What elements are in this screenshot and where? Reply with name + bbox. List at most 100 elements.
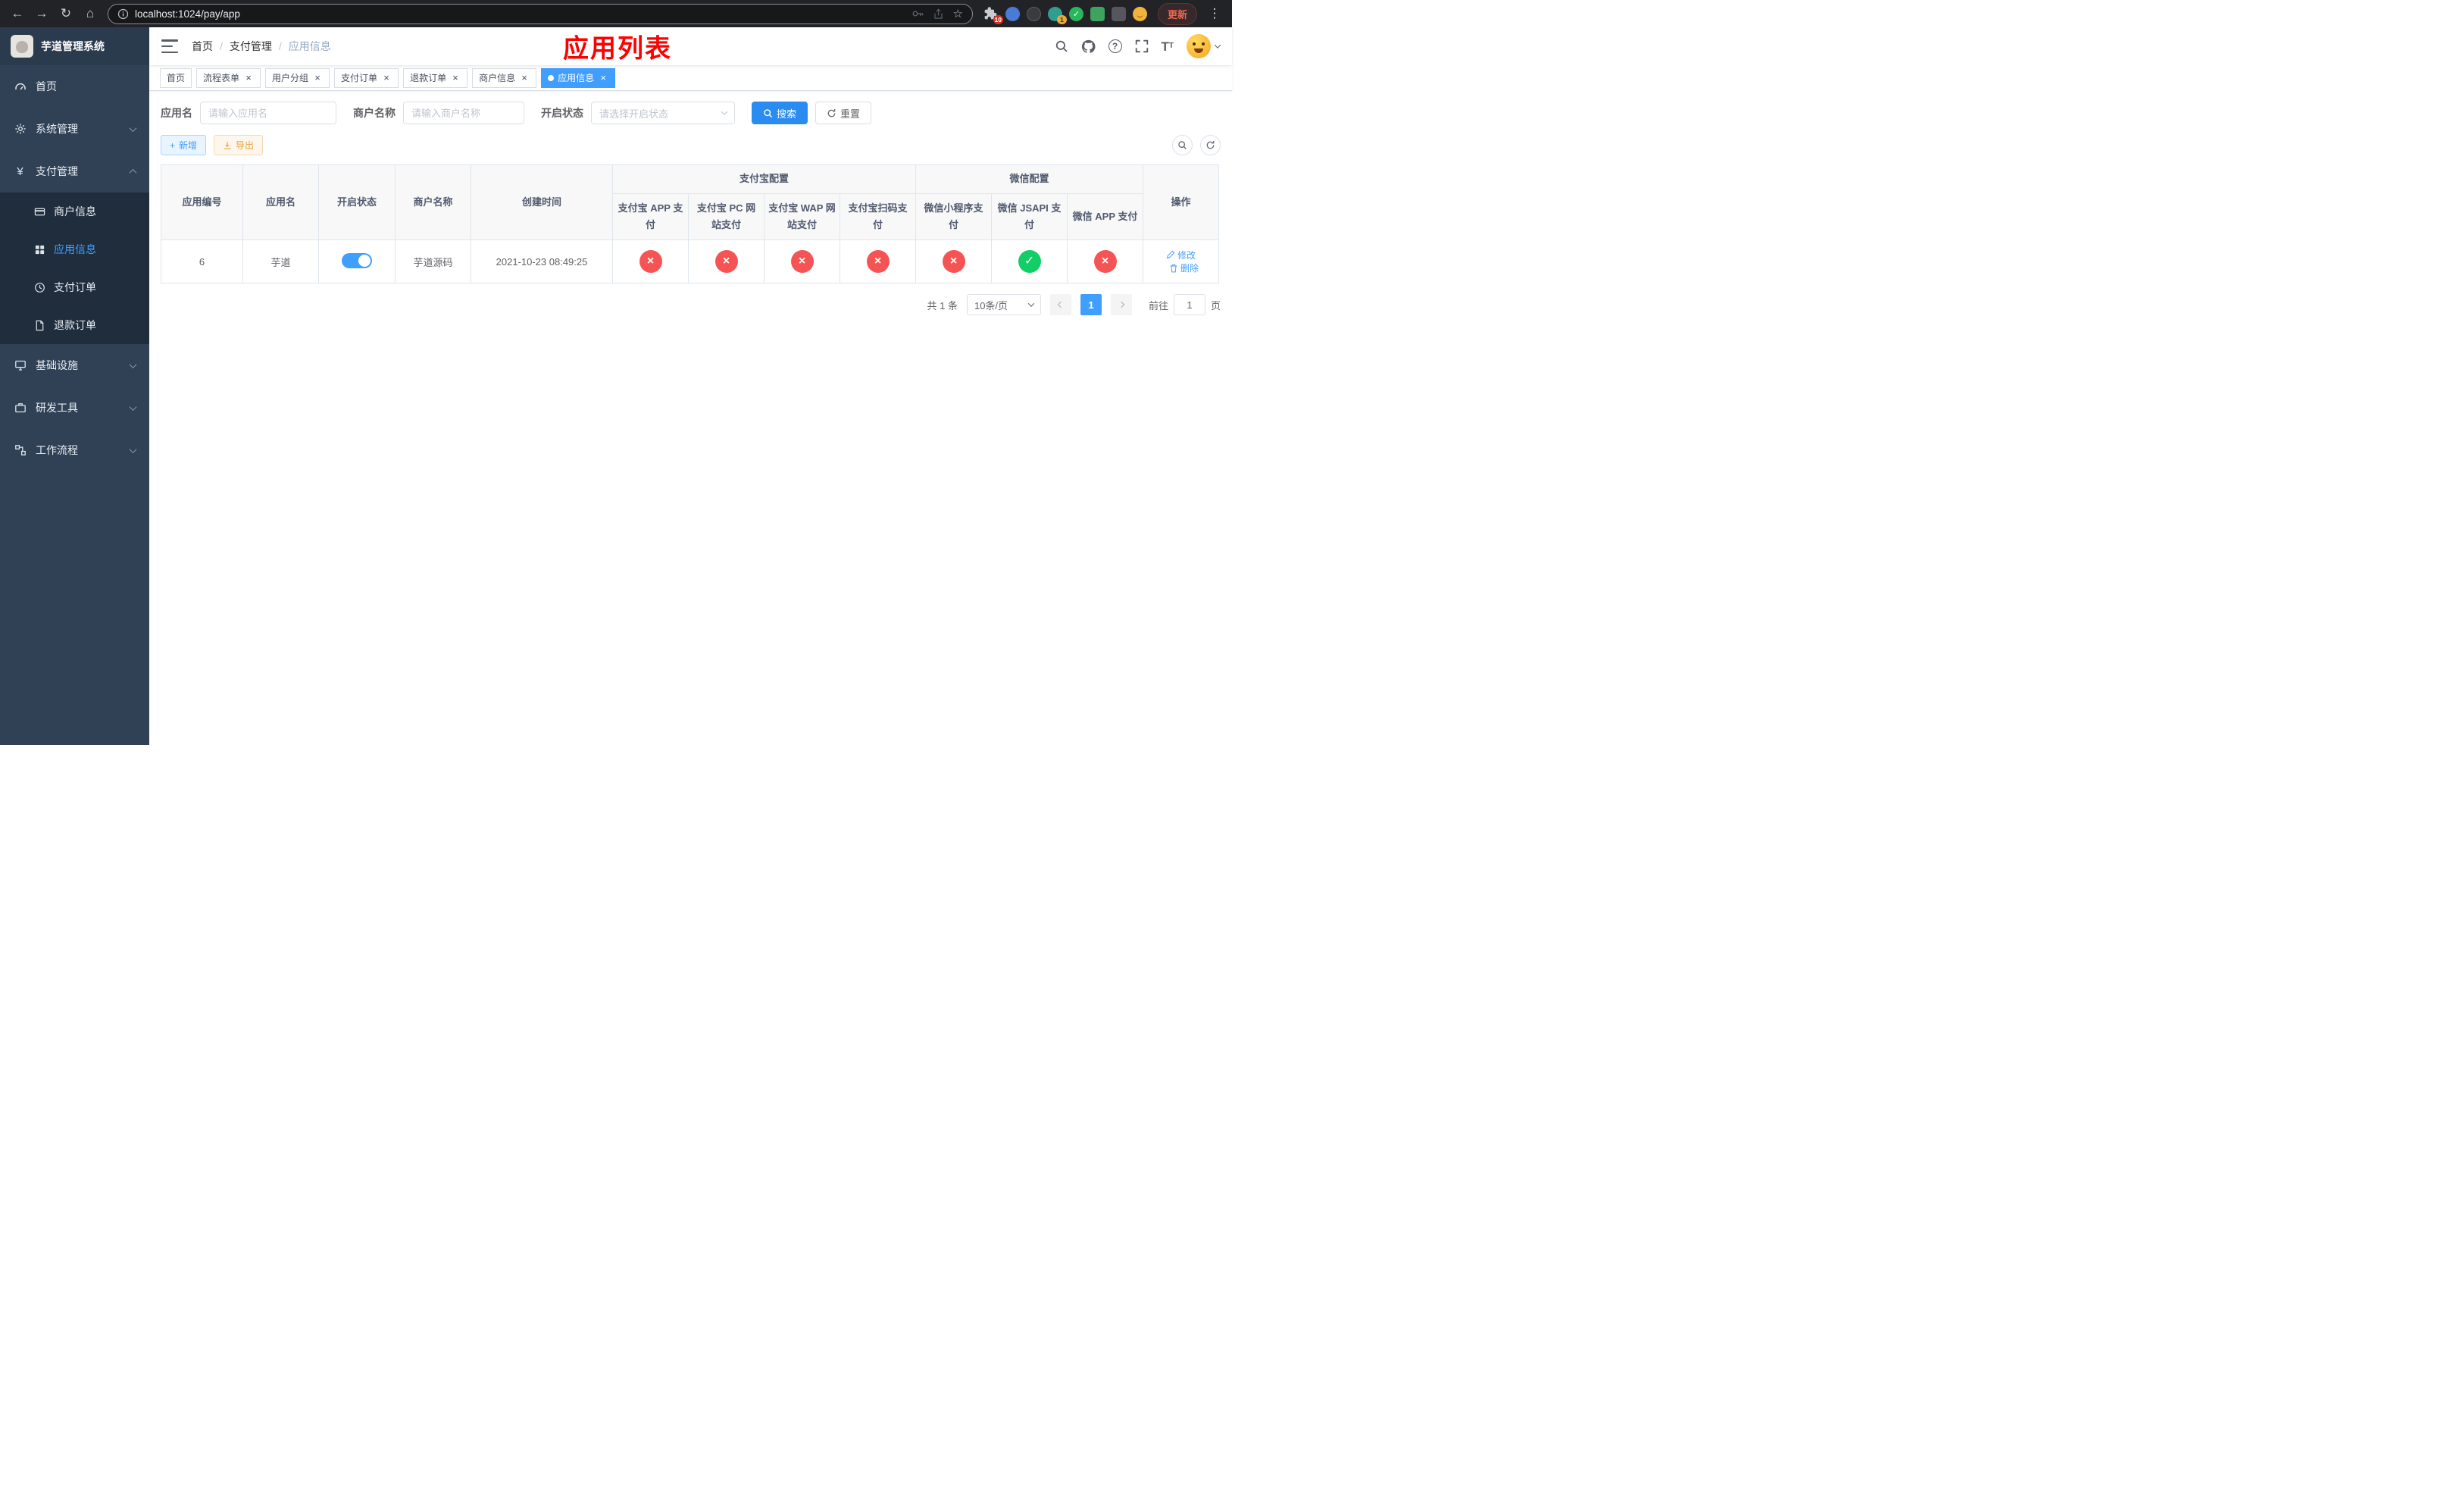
extension-icon-3[interactable]: 1 [1047, 6, 1067, 24]
goto-label: 前往 [1148, 299, 1168, 311]
search-icon[interactable] [1055, 39, 1068, 53]
extension-icon-7[interactable] [1132, 6, 1147, 21]
tab-pay-order[interactable]: 支付订单 × [334, 67, 399, 88]
search-button[interactable]: 搜索 [752, 102, 808, 124]
reload-icon: ↻ [60, 6, 72, 20]
sidebar-item-merchant-info[interactable]: 商户信息 [0, 193, 149, 230]
close-icon[interactable]: × [450, 73, 461, 83]
back-icon: ← [11, 6, 24, 20]
extension-icon-5[interactable] [1090, 6, 1105, 21]
site-info-icon[interactable] [117, 8, 129, 20]
close-icon[interactable]: × [598, 73, 608, 83]
goto-suffix: 页 [1210, 299, 1221, 311]
github-icon[interactable] [1081, 39, 1096, 54]
col-app-id: 应用编号 [161, 164, 243, 241]
refresh-table-button[interactable] [1200, 135, 1221, 155]
close-icon[interactable]: × [243, 73, 254, 83]
goto-page-input[interactable] [1173, 294, 1205, 316]
extensions-puzzle-icon[interactable]: 10 [983, 6, 1003, 24]
help-icon[interactable]: ? [1108, 39, 1122, 53]
sidebar-item-system[interactable]: 系统管理 [0, 108, 149, 150]
sidebar-item-devtools[interactable]: 研发工具 [0, 387, 149, 429]
yuan-icon: ¥ [17, 164, 23, 178]
home-icon: ⌂ [86, 6, 95, 20]
browser-menu-button[interactable]: ⋮ [1203, 2, 1226, 25]
refresh-icon [1206, 140, 1215, 149]
toggle-search-button[interactable] [1172, 135, 1193, 155]
user-menu[interactable] [1187, 34, 1221, 58]
fullscreen-icon[interactable] [1135, 39, 1149, 53]
tab-refund-order[interactable]: 退款订单 × [403, 67, 468, 88]
chevron-down-icon [129, 360, 137, 368]
tab-merchant-info[interactable]: 商户信息 × [472, 67, 537, 88]
reset-button[interactable]: 重置 [815, 102, 872, 124]
kebab-icon: ⋮ [1208, 6, 1221, 20]
alipay-qr-status-icon: × [866, 250, 890, 274]
wx-mini-status-icon: × [942, 250, 965, 274]
browser-update-button[interactable]: 更新 [1157, 2, 1197, 25]
group-alipay-config: 支付宝配置 [611, 164, 917, 194]
page-number-1[interactable]: 1 [1080, 294, 1102, 316]
delete-button[interactable]: 删除 [1169, 261, 1199, 274]
merchant-name-input[interactable] [403, 102, 524, 124]
app-title: 芋道管理系统 [41, 40, 105, 52]
forward-icon: → [35, 6, 48, 20]
next-page-button[interactable] [1110, 294, 1132, 316]
extension-icon-4[interactable]: ✓ [1068, 6, 1083, 21]
tab-app-info[interactable]: 应用信息 × [541, 67, 616, 88]
password-key-icon[interactable] [911, 8, 924, 20]
close-icon[interactable]: × [381, 73, 392, 83]
extension-icon-1[interactable] [1005, 6, 1020, 21]
status-switch[interactable] [342, 252, 372, 268]
payment-submenu: 商户信息 应用信息 支付订单 退款订单 [0, 193, 149, 344]
breadcrumb-section[interactable]: 支付管理 [230, 39, 272, 54]
cell-app-name: 芋道 [242, 239, 319, 284]
browser-reload-button[interactable]: ↻ [55, 2, 77, 25]
sidebar-item-label: 应用信息 [54, 243, 96, 255]
font-size-icon[interactable]: TT [1162, 40, 1174, 53]
sidebar-item-refund-order[interactable]: 退款订单 [0, 306, 149, 344]
sidebar-item-app-info[interactable]: 应用信息 [0, 230, 149, 268]
cell-created: 2021-10-23 08:49:25 [471, 239, 613, 284]
search-icon [1178, 141, 1187, 149]
extension-icon-2[interactable] [1026, 6, 1041, 21]
chevron-right-icon [1118, 301, 1125, 308]
browser-home-button[interactable]: ⌂ [79, 2, 102, 25]
close-icon[interactable]: × [519, 73, 530, 83]
sidebar: 芋道管理系统 首页 系统管理 ¥ 支付管理 商户信息 应用信息 支付订单 退款订… [0, 27, 149, 745]
prev-page-button[interactable] [1049, 294, 1071, 316]
sidebar-item-pay-order[interactable]: 支付订单 [0, 268, 149, 306]
sidebar-item-payment[interactable]: ¥ 支付管理 [0, 150, 149, 193]
sidebar-toggle-button[interactable] [161, 39, 178, 53]
sidebar-item-infrastructure[interactable]: 基础设施 [0, 344, 149, 387]
export-button[interactable]: 导出 [214, 135, 264, 155]
tab-process-form[interactable]: 流程表单 × [196, 67, 261, 88]
cell-status [318, 239, 396, 284]
top-navbar: 首页 / 支付管理 / 应用信息 应用列表 ? TT [149, 27, 1232, 65]
col-status: 开启状态 [318, 164, 396, 241]
browser-forward-button[interactable]: → [30, 2, 53, 25]
close-icon[interactable]: × [312, 73, 323, 83]
add-button[interactable]: + 新增 [161, 135, 207, 155]
tab-user-group[interactable]: 用户分组 × [265, 67, 330, 88]
browser-back-button[interactable]: ← [6, 2, 29, 25]
chevron-down-icon [721, 108, 728, 115]
share-icon[interactable] [933, 8, 944, 20]
bookmark-star-icon[interactable]: ☆ [953, 7, 963, 20]
tab-home[interactable]: 首页 [160, 67, 192, 88]
edit-button[interactable]: 修改 [1166, 249, 1196, 261]
breadcrumb-home[interactable]: 首页 [192, 39, 213, 54]
wx-app-status-icon: × [1093, 250, 1117, 274]
download-icon [224, 141, 231, 149]
sidebar-item-home[interactable]: 首页 [0, 65, 149, 108]
extensions-area: 10 1 ✓ [983, 6, 1147, 24]
sidebar-item-workflow[interactable]: 工作流程 [0, 429, 149, 471]
chevron-down-icon [1027, 300, 1035, 308]
address-bar[interactable]: localhost:1024/pay/app ☆ [108, 3, 973, 24]
extension-icon-6[interactable] [1111, 6, 1126, 21]
page-size-select[interactable]: 10条/页 [966, 294, 1041, 316]
sidebar-logo[interactable]: 芋道管理系统 [0, 27, 149, 65]
status-select[interactable]: 请选择开启状态 [591, 102, 735, 124]
app-name-input[interactable] [200, 102, 336, 124]
pencil-icon [1166, 250, 1175, 259]
